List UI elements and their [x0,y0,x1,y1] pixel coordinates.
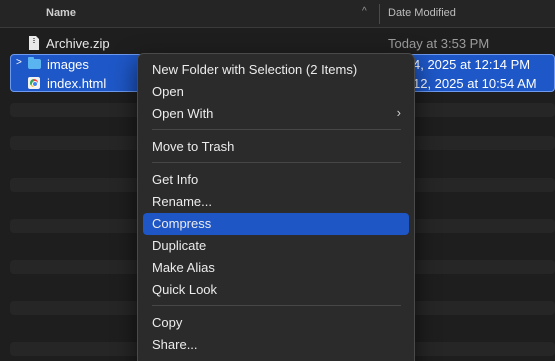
menu-item-share[interactable]: Share... [143,334,409,356]
column-header: Name ^ Date Modified [0,0,555,28]
menu-item-make-alias[interactable]: Make Alias [143,257,409,279]
file-name: index.html [47,76,107,91]
menu-item-move-to-trash[interactable]: Move to Trash [143,136,409,158]
menu-item-compress[interactable]: Compress [143,213,409,235]
menu-item-open[interactable]: Open [143,81,409,103]
sort-chevron-icon[interactable]: ^ [362,6,367,17]
menu-item-open-with[interactable]: Open With › [143,103,409,125]
zip-file-icon [29,36,39,50]
menu-item-copy[interactable]: Copy [143,312,409,334]
file-date: 4, 2025 at 12:14 PM [413,57,531,72]
file-date: Today at 3:53 PM [388,36,490,51]
menu-item-rename[interactable]: Rename... [143,191,409,213]
menu-item-quick-look[interactable]: Quick Look [143,279,409,301]
menu-item-duplicate[interactable]: Duplicate [143,235,409,257]
folder-icon [28,57,41,69]
menu-separator [152,129,401,130]
column-name-header[interactable]: Name [46,7,76,19]
column-divider[interactable] [379,4,380,24]
column-date-header[interactable]: Date Modified [388,7,456,19]
html-file-icon [28,77,40,89]
menu-separator [152,162,401,163]
menu-item-new-folder-with-selection[interactable]: New Folder with Selection (2 Items) [143,59,409,81]
submenu-chevron-icon: › [396,105,401,120]
file-row-archive[interactable]: Archive.zip Today at 3:53 PM [0,33,555,53]
context-menu: New Folder with Selection (2 Items) Open… [137,53,415,361]
menu-item-get-info[interactable]: Get Info [143,169,409,191]
disclosure-chevron-icon[interactable]: > [16,57,22,68]
file-date: 12, 2025 at 10:54 AM [413,76,537,91]
file-name: images [47,57,89,72]
menu-separator [152,305,401,306]
file-name: Archive.zip [46,36,110,51]
